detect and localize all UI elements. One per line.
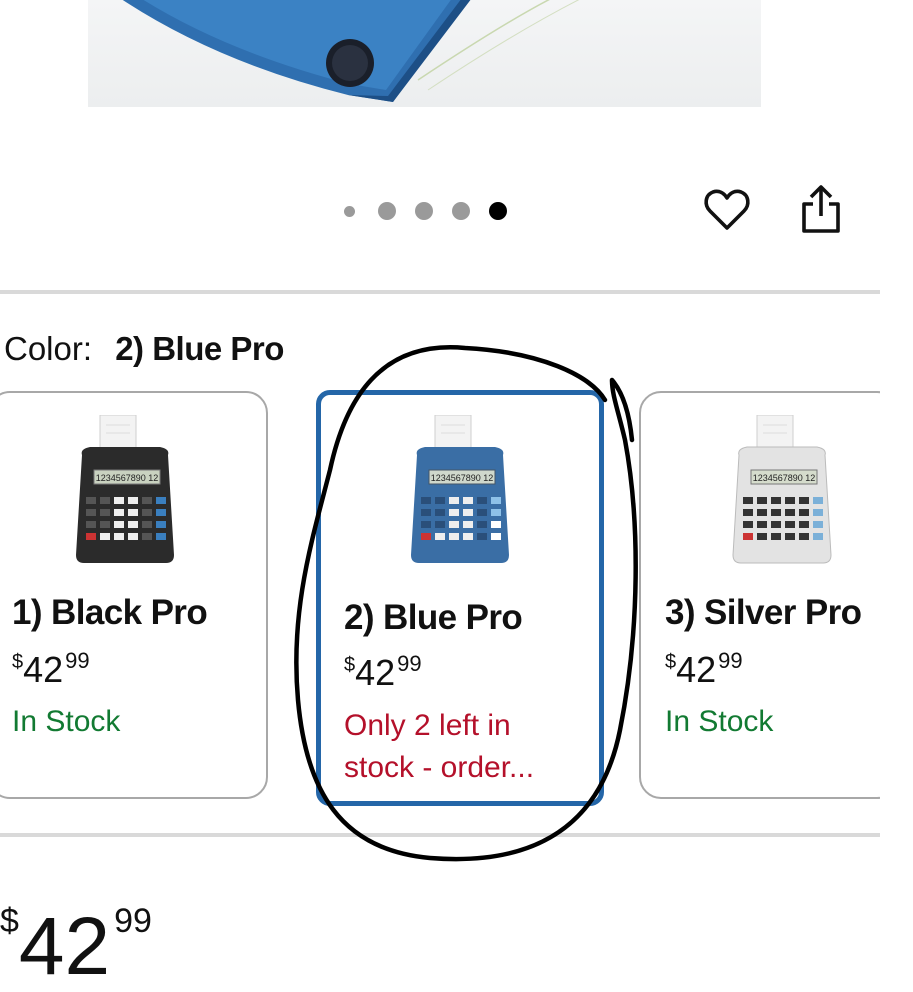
heart-icon[interactable] <box>703 186 751 234</box>
variant-price: $4299 <box>12 648 90 690</box>
carousel-dot[interactable] <box>344 206 355 217</box>
product-image[interactable] <box>88 0 761 107</box>
variant-stock-status: In Stock <box>665 705 774 738</box>
variant-price: $4299 <box>665 648 743 690</box>
carousel-dot[interactable] <box>415 202 433 220</box>
color-selector-label: Color: 2) Blue Pro <box>4 330 284 368</box>
variant-name: 2) Blue Pro <box>344 598 523 637</box>
variant-card-blue[interactable]: 1234567890 12 2) Blue Pro $4299 Only 2 l… <box>316 390 604 806</box>
variant-stock-status: Only 2 left in stock - order... <box>344 709 535 784</box>
variant-stock-status: In Stock <box>12 705 121 738</box>
share-icon[interactable] <box>798 184 844 234</box>
color-label: Color: <box>4 330 93 367</box>
section-divider <box>0 833 880 837</box>
carousel-dot-active[interactable] <box>489 202 507 220</box>
carousel-dot[interactable] <box>452 202 470 220</box>
selected-color-value: 2) Blue Pro <box>115 330 284 367</box>
variant-thumbnail: 1234567890 12 <box>727 414 837 567</box>
variant-card-black[interactable]: 1234567890 12 1) Black Pro $4299 In Stoc… <box>0 391 268 799</box>
variant-card-silver[interactable]: 1234567890 12 3) Silver Pro $4299 In Sto… <box>639 391 880 799</box>
svg-text:1234567890 12: 1234567890 12 <box>431 473 494 483</box>
carousel-dot[interactable] <box>378 202 396 220</box>
section-divider <box>0 290 880 294</box>
variant-thumbnail: 1234567890 12 <box>405 414 515 567</box>
svg-text:1234567890 12: 1234567890 12 <box>96 473 159 483</box>
variant-price: $4299 <box>344 651 422 693</box>
variant-carousel[interactable]: 1234567890 12 1) Black Pro $4299 In Stoc… <box>0 388 880 806</box>
svg-text:1234567890 12: 1234567890 12 <box>753 473 816 483</box>
main-price: $42 99 <box>0 901 152 992</box>
variant-thumbnail: 1234567890 12 <box>70 414 180 567</box>
variant-name: 1) Black Pro <box>12 593 208 632</box>
variant-name: 3) Silver Pro <box>665 593 862 632</box>
